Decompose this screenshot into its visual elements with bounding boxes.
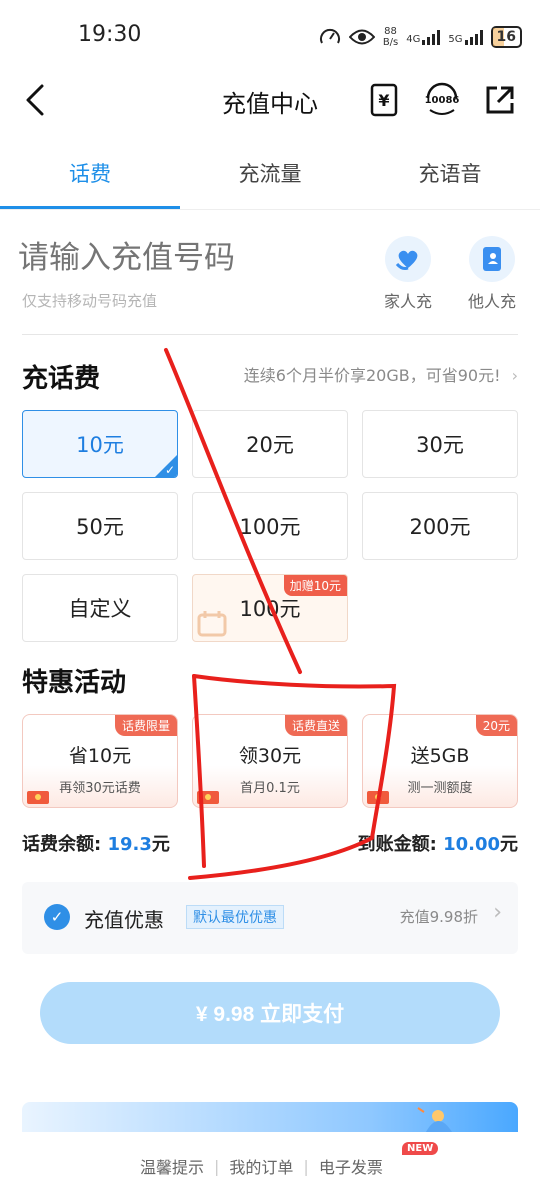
status-icons: 88 B/s 4G 5G 16 bbox=[319, 22, 522, 52]
arrival-label: 到账金额: bbox=[357, 834, 437, 855]
activity-badge: 话费限量 bbox=[114, 715, 177, 736]
balance-info: 话费余额: 19.3元 bbox=[22, 830, 170, 856]
discount-row[interactable]: ✓ 充值优惠 默认最优优惠 充值9.98折 › bbox=[22, 882, 518, 954]
amount-label: 30元 bbox=[416, 433, 464, 457]
share-icon bbox=[486, 86, 514, 114]
signal-5g: 5G bbox=[448, 29, 483, 45]
activity-title: 送5GB bbox=[410, 745, 470, 767]
discount-rate: 充值9.98折 bbox=[399, 908, 478, 926]
bill-button[interactable]: ¥ bbox=[364, 80, 404, 120]
family-icon bbox=[385, 236, 431, 282]
activity-badge: 话费直送 bbox=[284, 715, 347, 736]
signal-bars-icon bbox=[464, 29, 483, 45]
balance-value: 19.3 bbox=[107, 834, 152, 855]
tab-voice[interactable]: 充语音 bbox=[360, 158, 540, 188]
banner-illustration-icon bbox=[417, 1107, 452, 1132]
activity-badge: 20元 bbox=[475, 715, 517, 736]
family-recharge-button[interactable]: 家人充 bbox=[368, 236, 448, 312]
promo-link[interactable]: 连续6个月半价享20GB，可省90元! › bbox=[244, 362, 518, 386]
tab-phone-bill[interactable]: 话费 bbox=[0, 158, 180, 188]
activities-section-title: 特惠活动 bbox=[22, 668, 127, 698]
activity-card-data[interactable]: 20元 送5GB 测一测额度 bbox=[362, 714, 518, 808]
status-time: 19:30 bbox=[78, 22, 142, 47]
discount-title: 充值优惠 bbox=[84, 908, 164, 932]
separator: | bbox=[303, 1156, 309, 1176]
status-bar: 19:30 88 B/s 4G 5G 16 bbox=[0, 0, 540, 72]
promo-text: 连续6个月半价享20GB，可省90元! bbox=[243, 366, 501, 385]
net-speed: 88 B/s bbox=[382, 26, 399, 48]
contact-book-icon bbox=[469, 236, 515, 282]
signal-4g: 4G bbox=[406, 29, 441, 45]
amount-option-200[interactable]: 200元 bbox=[362, 492, 518, 560]
balance-unit: 元 bbox=[151, 834, 170, 855]
arrival-unit: 元 bbox=[500, 834, 518, 855]
family-recharge-label: 家人充 bbox=[383, 292, 432, 311]
amount-label: 50元 bbox=[76, 515, 124, 539]
gift-badge: 加赠10元 bbox=[283, 575, 347, 596]
check-mark-icon: ✓ bbox=[164, 463, 175, 477]
balance-label: 话费余额: bbox=[22, 834, 102, 855]
arrival-info: 到账金额: 10.00元 bbox=[358, 830, 518, 856]
pay-now-button[interactable]: ¥ 9.98 立即支付 bbox=[40, 982, 500, 1044]
tips-link[interactable]: 温馨提示 bbox=[140, 1154, 204, 1178]
amount-option-100-gift[interactable]: 100元 加赠10元 bbox=[192, 574, 348, 642]
amount-label: 20元 bbox=[246, 433, 294, 457]
activity-title: 领30元 bbox=[238, 745, 302, 767]
others-recharge-button[interactable]: 他人充 bbox=[452, 236, 532, 312]
app-header: 充值中心 ¥ 10086 bbox=[0, 72, 540, 128]
divider bbox=[22, 334, 518, 335]
discount-check-icon[interactable]: ✓ bbox=[44, 904, 70, 930]
battery-icon: 16 bbox=[490, 26, 522, 48]
phone-number-input[interactable] bbox=[18, 240, 358, 276]
topup-section-title: 充话费 bbox=[22, 364, 101, 394]
amount-label: 自定义 bbox=[68, 597, 132, 621]
amount-option-20[interactable]: 20元 bbox=[192, 410, 348, 478]
chevron-right-icon: › bbox=[511, 366, 518, 385]
amount-option-custom[interactable]: 自定义 bbox=[22, 574, 178, 642]
red-envelope-icon bbox=[27, 791, 49, 804]
activity-card-claim[interactable]: 话费直送 领30元 首月0.1元 bbox=[192, 714, 348, 808]
share-button[interactable] bbox=[480, 80, 520, 120]
service-hotline-button[interactable]: 10086 bbox=[422, 80, 462, 120]
amount-label: 10元 bbox=[76, 433, 124, 457]
others-recharge-label: 他人充 bbox=[467, 292, 516, 311]
hotline-number: 10086 bbox=[424, 94, 460, 106]
speedometer-icon bbox=[319, 28, 340, 44]
invoice-link[interactable]: 电子发票 bbox=[319, 1154, 383, 1178]
active-tab-indicator bbox=[0, 206, 180, 209]
separator: | bbox=[214, 1156, 220, 1176]
tab-data[interactable]: 充流量 bbox=[180, 158, 360, 188]
new-badge: NEW bbox=[402, 1142, 439, 1155]
red-envelope-icon bbox=[367, 791, 389, 804]
eye-icon bbox=[348, 29, 375, 45]
amount-option-100[interactable]: 100元 bbox=[192, 492, 348, 560]
amount-option-30[interactable]: 30元 bbox=[362, 410, 518, 478]
amount-label: 200元 bbox=[409, 515, 471, 539]
red-envelope-icon bbox=[197, 791, 219, 804]
footer: 温馨提示 | 我的订单 | 电子发票 NEW bbox=[0, 1142, 540, 1200]
activity-card-save[interactable]: 话费限量 省10元 再领30元话费 bbox=[22, 714, 178, 808]
discount-tag: 默认最优优惠 bbox=[186, 905, 284, 929]
bill-icon-glyph: ¥ bbox=[378, 90, 390, 110]
amount-option-50[interactable]: 50元 bbox=[22, 492, 178, 560]
orders-link[interactable]: 我的订单 bbox=[229, 1154, 293, 1178]
amount-option-10[interactable]: 10元 ✓ bbox=[22, 410, 178, 478]
phone-hint: 仅支持移动号码充值 bbox=[22, 292, 158, 310]
footer-links: 温馨提示 | 我的订单 | 电子发票 bbox=[140, 1154, 383, 1178]
arrival-value: 10.00 bbox=[443, 834, 500, 855]
activity-title: 省10元 bbox=[68, 745, 132, 767]
signal-bars-icon bbox=[422, 29, 441, 45]
amount-label: 100元 bbox=[239, 597, 301, 621]
calendar-icon bbox=[197, 611, 227, 637]
promo-banner[interactable] bbox=[22, 1102, 518, 1132]
chevron-right-icon: › bbox=[493, 900, 502, 925]
amount-label: 100元 bbox=[239, 515, 301, 539]
recharge-tabs: 话费 充流量 充语音 bbox=[0, 140, 540, 210]
